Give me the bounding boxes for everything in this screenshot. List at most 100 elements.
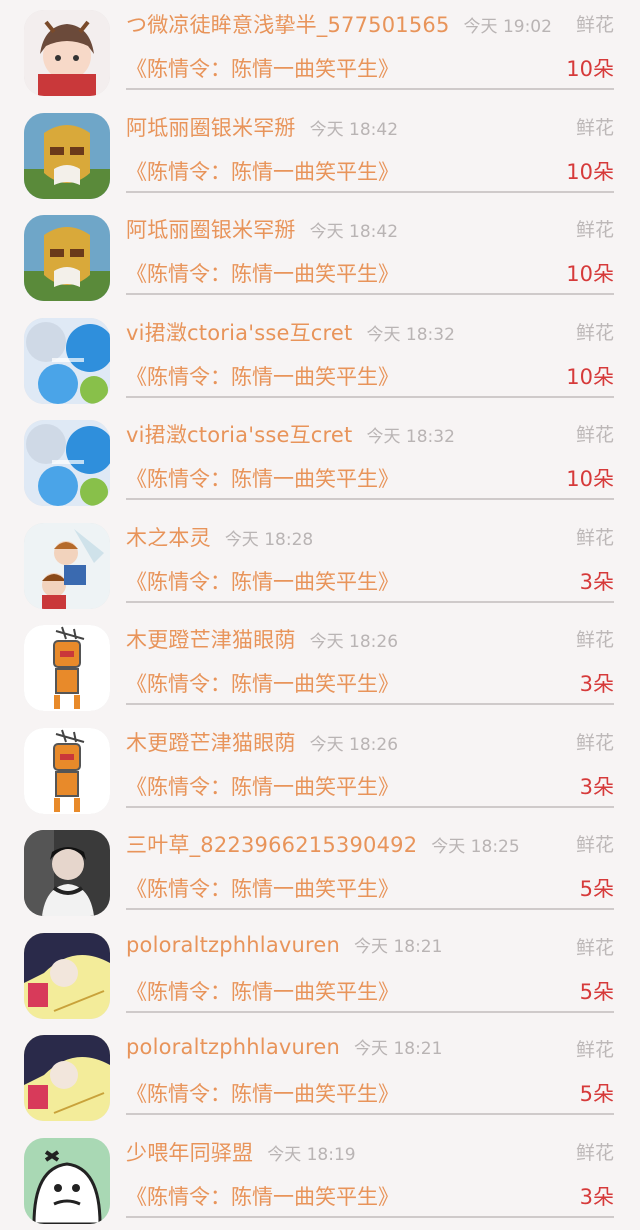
user-name[interactable]: poloraltzphhlavuren 今天 18:21 <box>126 1034 442 1059</box>
user-name[interactable]: つ微凉徒眸意浅挚半_577501565 今天 19:02 <box>126 9 552 39</box>
user-name-text: 三叶草_8223966215390492 <box>126 833 417 857</box>
list-item[interactable]: 木之本灵今天 18:28 鲜花 《陈情令：陈情一曲笑平生》 3朵 <box>0 513 640 616</box>
list-item[interactable]: 木更蹬芒津猫眼荫今天 18:26 鲜花 《陈情令：陈情一曲笑平生》 3朵 <box>0 615 640 718</box>
timestamp: 今天 18:26 <box>310 735 398 755</box>
book-title-link[interactable]: 《陈情令：陈情一曲笑平生》 <box>126 668 399 698</box>
book-title-link[interactable]: 《陈情令：陈情一曲笑平生》 <box>126 873 399 903</box>
list-item[interactable]: 阿坻丽圈银米罕掰今天 18:42 鲜花 《陈情令：陈情一曲笑平生》 10朵 <box>0 205 640 308</box>
record-content: 少喂年同驿盟今天 18:19 鲜花 《陈情令：陈情一曲笑平生》 3朵 <box>126 1128 614 1218</box>
gift-amount: 10朵 <box>566 463 614 493</box>
list-item[interactable]: 阿坻丽圈银米罕掰今天 18:42 鲜花 《陈情令：陈情一曲笑平生》 10朵 <box>0 103 640 206</box>
gift-type: 鲜花 <box>576 523 614 550</box>
mask-avatar[interactable] <box>24 113 110 199</box>
user-name[interactable]: poloraltzphhlavuren 今天 18:21 <box>126 932 442 957</box>
mask-avatar[interactable] <box>24 215 110 301</box>
gift-type: 鲜花 <box>576 420 614 447</box>
list-item[interactable]: つ微凉徒眸意浅挚半_577501565今天 19:02 鲜花 《陈情令：陈情一曲… <box>0 0 640 103</box>
book-title-link[interactable]: 《陈情令：陈情一曲笑平生》 <box>126 566 399 596</box>
timestamp: 今天 18:21 <box>354 1039 442 1059</box>
list-item[interactable]: 三叶草_8223966215390492今天 18:25 鲜花 《陈情令：陈情一… <box>0 820 640 923</box>
record-content: vi捃澂ctoria'sse互cret今天 18:32 鲜花 《陈情令：陈情一曲… <box>126 308 614 398</box>
user-name-text: 木更蹬芒津猫眼荫 <box>126 731 296 755</box>
gift-type: 鲜花 <box>576 728 614 755</box>
gift-amount: 3朵 <box>580 566 614 596</box>
book-title-link[interactable]: 《陈情令：陈情一曲笑平生》 <box>126 771 399 801</box>
timestamp: 今天 18:26 <box>310 632 398 652</box>
gift-type: 鲜花 <box>576 1138 614 1165</box>
gift-type: 鲜花 <box>576 215 614 242</box>
book-title-link[interactable]: 《陈情令：陈情一曲笑平生》 <box>126 361 399 391</box>
gift-amount: 5朵 <box>580 873 614 903</box>
user-name-text: 阿坻丽圈银米罕掰 <box>126 218 296 242</box>
record-content: 木之本灵今天 18:28 鲜花 《陈情令：陈情一曲笑平生》 3朵 <box>126 513 614 603</box>
list-item[interactable]: poloraltzphhlavuren 今天 18:21 鲜花 《陈情令：陈情一曲… <box>0 1025 640 1128</box>
timestamp: 今天 18:19 <box>267 1145 355 1165</box>
book-title-link[interactable]: 《陈情令：陈情一曲笑平生》 <box>126 1181 399 1211</box>
user-name[interactable]: 三叶草_8223966215390492今天 18:25 <box>126 829 520 859</box>
user-name-text: 木更蹬芒津猫眼荫 <box>126 628 296 652</box>
user-name-text: vi捃澂ctoria'sse互cret <box>126 423 352 447</box>
timestamp: 今天 18:21 <box>354 937 442 957</box>
record-content: 阿坻丽圈银米罕掰今天 18:42 鲜花 《陈情令：陈情一曲笑平生》 10朵 <box>126 205 614 295</box>
record-content: 木更蹬芒津猫眼荫今天 18:26 鲜花 《陈情令：陈情一曲笑平生》 3朵 <box>126 615 614 705</box>
user-name[interactable]: 阿坻丽圈银米罕掰今天 18:42 <box>126 112 398 142</box>
timestamp: 今天 18:42 <box>310 120 398 140</box>
gift-type: 鲜花 <box>576 1035 614 1062</box>
user-name[interactable]: vi捃澂ctoria'sse互cret 今天 18:32 <box>126 317 455 347</box>
gift-amount: 10朵 <box>566 53 614 83</box>
list-item[interactable]: vi捃澂ctoria'sse互cret 今天 18:32 鲜花 《陈情令：陈情一曲… <box>0 410 640 513</box>
record-content: poloraltzphhlavuren 今天 18:21 鲜花 《陈情令：陈情一曲… <box>126 923 614 1013</box>
user-name[interactable]: 木更蹬芒津猫眼荫今天 18:26 <box>126 727 398 757</box>
user-name[interactable]: 木更蹬芒津猫眼荫今天 18:26 <box>126 624 398 654</box>
record-content: vi捃澂ctoria'sse互cret 今天 18:32 鲜花 《陈情令：陈情一曲… <box>126 410 614 500</box>
list-item[interactable]: vi捃澂ctoria'sse互cret今天 18:32 鲜花 《陈情令：陈情一曲… <box>0 308 640 411</box>
timestamp: 今天 18:32 <box>366 427 454 447</box>
user-name-text: 少喂年同驿盟 <box>126 1141 253 1165</box>
user-name-text: vi捃澂ctoria'sse互cret <box>126 321 352 345</box>
anime-girl-avatar[interactable] <box>24 10 110 96</box>
gift-amount: 5朵 <box>580 1078 614 1108</box>
robot-avatar[interactable] <box>24 728 110 814</box>
timestamp: 今天 18:28 <box>225 530 313 550</box>
gorilla-avatar[interactable] <box>24 1138 110 1224</box>
user-name-text: poloraltzphhlavuren <box>126 933 340 957</box>
user-name-text: つ微凉徒眸意浅挚半_577501565 <box>126 13 450 37</box>
photo-boy-avatar[interactable] <box>24 830 110 916</box>
record-content: 三叶草_8223966215390492今天 18:25 鲜花 《陈情令：陈情一… <box>126 820 614 910</box>
book-title-link[interactable]: 《陈情令：陈情一曲笑平生》 <box>126 976 399 1006</box>
book-title-link[interactable]: 《陈情令：陈情一曲笑平生》 <box>126 463 399 493</box>
book-title-link[interactable]: 《陈情令：陈情一曲笑平生》 <box>126 258 399 288</box>
user-name-text: poloraltzphhlavuren <box>126 1035 340 1059</box>
sketch-boy-avatar[interactable] <box>24 1035 110 1121</box>
record-content: 阿坻丽圈银米罕掰今天 18:42 鲜花 《陈情令：陈情一曲笑平生》 10朵 <box>126 103 614 193</box>
gift-type: 鲜花 <box>576 933 614 960</box>
book-title-link[interactable]: 《陈情令：陈情一曲笑平生》 <box>126 1078 399 1108</box>
list-item[interactable]: poloraltzphhlavuren 今天 18:21 鲜花 《陈情令：陈情一曲… <box>0 923 640 1026</box>
gift-amount: 10朵 <box>566 156 614 186</box>
gift-amount: 10朵 <box>566 258 614 288</box>
gift-type: 鲜花 <box>576 113 614 140</box>
user-name[interactable]: vi捃澂ctoria'sse互cret 今天 18:32 <box>126 419 455 449</box>
book-title-link[interactable]: 《陈情令：陈情一曲笑平生》 <box>126 53 399 83</box>
gift-amount: 10朵 <box>566 361 614 391</box>
record-content: 木更蹬芒津猫眼荫今天 18:26 鲜花 《陈情令：陈情一曲笑平生》 3朵 <box>126 718 614 808</box>
timestamp: 今天 19:02 <box>464 17 552 37</box>
user-name-text: 木之本灵 <box>126 526 211 550</box>
sketch-boy-avatar[interactable] <box>24 933 110 1019</box>
user-name-text: 阿坻丽圈银米罕掰 <box>126 116 296 140</box>
gift-record-list: つ微凉徒眸意浅挚半_577501565 今天 19:02 鲜花 《陈情令：陈情一曲… <box>0 0 640 1230</box>
anime-boy-avatar[interactable] <box>24 523 110 609</box>
list-item[interactable]: 木更蹬芒津猫眼荫今天 18:26 鲜花 《陈情令：陈情一曲笑平生》 3朵 <box>0 718 640 821</box>
book-title-link[interactable]: 《陈情令：陈情一曲笑平生》 <box>126 156 399 186</box>
balloon-avatar[interactable] <box>24 318 110 404</box>
user-name[interactable]: 木之本灵今天 18:28 <box>126 522 313 552</box>
timestamp: 今天 18:32 <box>366 325 454 345</box>
user-name[interactable]: 阿坻丽圈银米罕掰今天 18:42 <box>126 214 398 244</box>
user-name[interactable]: 少喂年同驿盟今天 18:19 <box>126 1137 356 1167</box>
timestamp: 今天 18:42 <box>310 222 398 242</box>
list-item[interactable]: 少喂年同驿盟今天 18:19 鲜花 《陈情令：陈情一曲笑平生》 3朵 <box>0 1128 640 1230</box>
gift-amount: 3朵 <box>580 771 614 801</box>
record-content: poloraltzphhlavuren 今天 18:21 鲜花 《陈情令：陈情一曲… <box>126 1025 614 1115</box>
robot-avatar[interactable] <box>24 625 110 711</box>
balloon-avatar[interactable] <box>24 420 110 506</box>
